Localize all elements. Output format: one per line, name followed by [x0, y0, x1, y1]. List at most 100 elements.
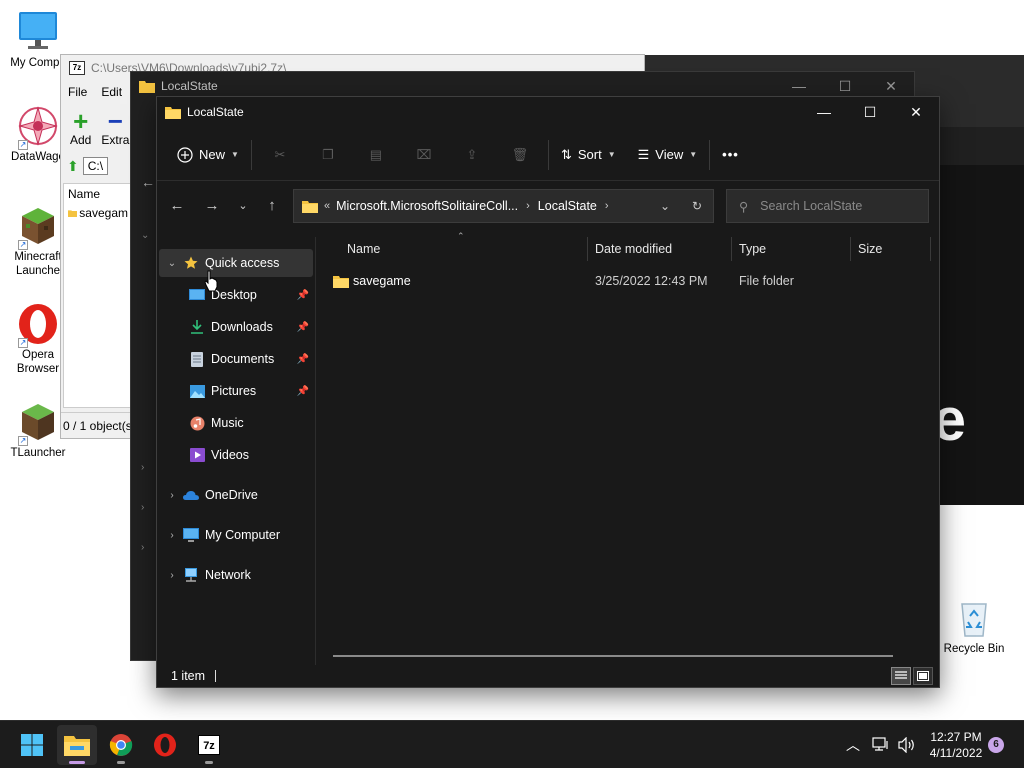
- rename-button[interactable]: ⌧: [400, 138, 448, 172]
- table-row[interactable]: savegame 3/25/2022 12:43 PM File folder: [317, 269, 939, 293]
- pane-divider[interactable]: [315, 237, 316, 665]
- column-type[interactable]: Type: [729, 237, 849, 261]
- share-icon: ⇪: [466, 146, 478, 162]
- up-folder-icon[interactable]: ⬆: [67, 158, 79, 175]
- file-list[interactable]: ⌃ Name Date modified Type Size savegame …: [317, 231, 939, 665]
- taskbar-chrome[interactable]: [101, 725, 141, 765]
- pin-icon[interactable]: 📌: [297, 354, 309, 365]
- delete-button[interactable]: 🗑: [496, 138, 544, 172]
- refresh-icon[interactable]: ↻: [681, 190, 713, 222]
- nav-item-downloads[interactable]: Downloads 📌: [159, 313, 313, 341]
- plus-icon: +: [73, 106, 89, 136]
- breadcrumb-item[interactable]: LocalState: [538, 199, 597, 213]
- network-status-button[interactable]: [872, 721, 890, 768]
- share-button[interactable]: ⇪: [448, 138, 496, 172]
- start-button[interactable]: [12, 725, 52, 765]
- explorer-window[interactable]: LocalState — ☐ ✕ New ▼ ✂ ❐ ▤ ⌧ ⇪ 🗑 ⇅ Sor…: [156, 96, 940, 688]
- path-box[interactable]: C:\: [82, 157, 109, 175]
- recent-locations-button[interactable]: ⌄: [229, 193, 257, 219]
- folder-icon: [333, 275, 349, 288]
- window-controls: — ☐ ✕: [801, 97, 939, 127]
- close-button[interactable]: ✕: [893, 97, 939, 127]
- chevron-up-icon: ︿: [846, 737, 860, 753]
- nav-item-documents[interactable]: Documents 📌: [159, 345, 313, 373]
- forward-button[interactable]: →: [198, 193, 226, 219]
- nav-item-onedrive[interactable]: › OneDrive: [159, 481, 313, 509]
- back-button[interactable]: ←: [163, 193, 191, 219]
- minimize-button[interactable]: —: [801, 97, 847, 127]
- running-indicator: [117, 761, 125, 764]
- up-button[interactable]: ↑: [258, 193, 286, 219]
- window-title: LocalState: [187, 105, 244, 119]
- pin-icon[interactable]: 📌: [297, 290, 309, 301]
- column-name[interactable]: Name: [337, 237, 589, 261]
- breadcrumb-item[interactable]: Microsoft.MicrosoftSolitaireColl...: [336, 199, 518, 213]
- overflow-crumb[interactable]: «: [324, 200, 330, 212]
- desktop-icon-recycle-bin[interactable]: Recycle Bin: [936, 596, 1012, 656]
- tiles-view-button[interactable]: [913, 667, 933, 685]
- nav-item-videos[interactable]: Videos: [159, 441, 313, 469]
- folder-icon: [68, 210, 78, 217]
- details-view-button[interactable]: [891, 667, 911, 685]
- nav-item-quick-access[interactable]: ⌄ Quick access: [159, 249, 313, 277]
- chevron-right-icon[interactable]: ›: [161, 567, 183, 583]
- paste-button[interactable]: ▤: [352, 138, 400, 172]
- 7zip-logo-icon: 7z: [69, 61, 85, 75]
- taskbar-opera[interactable]: [145, 725, 185, 765]
- nav-item-music[interactable]: Music: [159, 409, 313, 437]
- breadcrumb-separator-icon[interactable]: ›: [605, 200, 609, 212]
- column-separator[interactable]: [930, 237, 931, 261]
- nav-item-network[interactable]: › Network: [159, 561, 313, 589]
- copy-button[interactable]: ❐: [304, 138, 352, 172]
- sort-button[interactable]: ⇅ Sort ▼: [553, 138, 624, 172]
- explorer-titlebar[interactable]: LocalState — ☐ ✕: [157, 97, 939, 127]
- column-size[interactable]: Size: [848, 237, 928, 261]
- type-cell: File folder: [739, 274, 794, 288]
- minecraft-icon: ↗: [16, 204, 60, 250]
- chevron-right-icon[interactable]: ›: [161, 490, 183, 501]
- minus-icon: −: [107, 106, 123, 136]
- taskbar-7zip[interactable]: 7z: [189, 725, 229, 765]
- document-icon: [189, 351, 205, 367]
- view-button[interactable]: ☰ View ▼: [630, 138, 706, 172]
- chevron-right-icon[interactable]: ›: [161, 530, 183, 541]
- shortcut-arrow-icon: ↗: [18, 436, 28, 446]
- search-box[interactable]: ⚲ Search LocalState: [726, 189, 929, 223]
- nav-item-pictures[interactable]: Pictures 📌: [159, 377, 313, 405]
- address-bar[interactable]: « Microsoft.MicrosoftSolitaireColl... › …: [293, 189, 714, 223]
- menu-edit[interactable]: Edit: [101, 85, 122, 99]
- navigation-pane[interactable]: ⌄ Quick access Desktop 📌 Downloads 📌 Doc…: [157, 237, 315, 665]
- list-item[interactable]: savegam: [64, 204, 132, 222]
- nav-item-desktop[interactable]: Desktop 📌: [159, 281, 313, 309]
- back-arrow-icon[interactable]: ←: [141, 174, 155, 190]
- list-header[interactable]: Name: [64, 184, 132, 204]
- chevron-down-icon[interactable]: ⌄: [161, 258, 183, 269]
- volume-button[interactable]: [898, 721, 916, 768]
- taskbar-file-explorer[interactable]: [57, 725, 97, 765]
- add-button[interactable]: + Add: [70, 106, 92, 147]
- add-label: Add: [70, 133, 92, 147]
- column-date-modified[interactable]: Date modified: [585, 237, 729, 261]
- pin-icon[interactable]: 📌: [297, 386, 309, 397]
- cloud-icon: [183, 487, 199, 503]
- clock[interactable]: 12:27 PM 4/11/2022: [924, 729, 988, 761]
- breadcrumb-separator-icon[interactable]: ›: [526, 200, 530, 212]
- menu-file[interactable]: File: [68, 85, 87, 99]
- pin-icon[interactable]: 📌: [297, 322, 309, 333]
- navigation-bar: ← → ⌄ ↑ « Microsoft.MicrosoftSolitaireCo…: [157, 189, 939, 225]
- show-hidden-icons-button[interactable]: ︿: [846, 721, 860, 768]
- 7zip-file-list[interactable]: Name savegam: [63, 183, 133, 408]
- copy-icon: ❐: [322, 146, 334, 162]
- address-dropdown-button[interactable]: ⌄: [649, 190, 681, 222]
- new-button[interactable]: New ▼: [169, 138, 247, 172]
- notification-badge[interactable]: 6: [988, 737, 1004, 753]
- clock-time: 12:27 PM: [930, 730, 982, 744]
- nav-item-my-computer[interactable]: › My Computer: [159, 521, 313, 549]
- horizontal-scrollbar[interactable]: [333, 655, 893, 657]
- extract-button[interactable]: − Extra: [101, 106, 129, 147]
- maximize-button[interactable]: ☐: [847, 97, 893, 127]
- more-options-button[interactable]: •••: [714, 138, 747, 172]
- download-icon: [189, 319, 205, 335]
- cut-button[interactable]: ✂: [256, 138, 304, 172]
- opera-icon: ↗: [16, 302, 60, 348]
